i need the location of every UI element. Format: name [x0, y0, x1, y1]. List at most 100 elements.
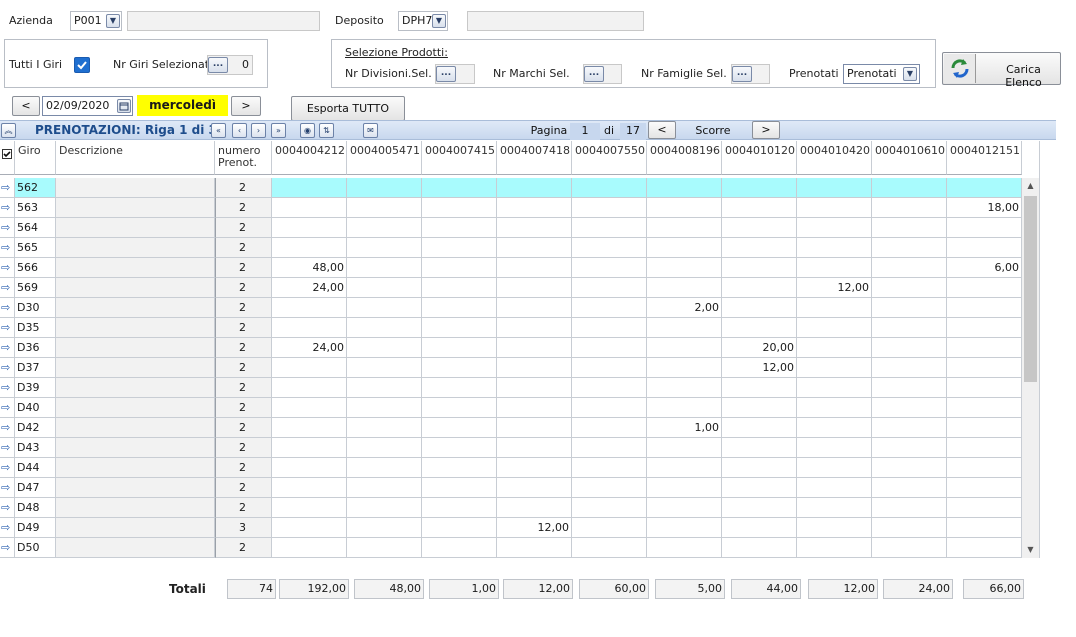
cell-product-qty[interactable] — [347, 418, 422, 438]
tutti-giri-checkbox[interactable] — [74, 57, 90, 73]
cell-product-qty[interactable] — [572, 198, 647, 218]
prev-page-icon[interactable]: ‹ — [232, 123, 247, 138]
cell-product-qty[interactable] — [422, 298, 497, 318]
cell-product-qty[interactable] — [347, 258, 422, 278]
row-selector[interactable]: ⇨ — [0, 518, 15, 538]
row-selector[interactable]: ⇨ — [0, 318, 15, 338]
cell-product-qty[interactable] — [797, 198, 872, 218]
row-selector[interactable]: ⇨ — [0, 178, 15, 198]
cell-product-qty[interactable] — [572, 178, 647, 198]
cell-product-qty[interactable] — [422, 258, 497, 278]
row-selector[interactable]: ⇨ — [0, 458, 15, 478]
cell-product-qty[interactable] — [872, 338, 947, 358]
cell-product-qty[interactable] — [947, 338, 1022, 358]
col-header-descrizione[interactable]: Descrizione — [56, 141, 215, 175]
col-header-product[interactable]: 0004007550 — [572, 141, 647, 175]
cell-product-qty[interactable] — [947, 178, 1022, 198]
cell-product-qty[interactable] — [572, 318, 647, 338]
cell-product-qty[interactable] — [647, 438, 722, 458]
cell-product-qty[interactable] — [872, 518, 947, 538]
cell-product-qty[interactable] — [722, 178, 797, 198]
excel-export-icon[interactable]: ✉ — [363, 123, 378, 138]
cell-product-qty[interactable] — [347, 218, 422, 238]
cell-giro[interactable]: D39 — [15, 378, 56, 398]
row-selector[interactable]: ⇨ — [0, 378, 15, 398]
nr-giri-select-button[interactable]: ... — [208, 57, 228, 73]
cell-product-qty[interactable] — [647, 538, 722, 558]
col-header-product[interactable]: 0004012151 — [947, 141, 1022, 175]
cell-product-qty[interactable] — [947, 238, 1022, 258]
last-page-icon[interactable]: » — [271, 123, 286, 138]
cell-product-qty[interactable] — [422, 398, 497, 418]
row-selector[interactable]: ⇨ — [0, 258, 15, 278]
cell-product-qty[interactable] — [572, 258, 647, 278]
cell-product-qty[interactable] — [947, 498, 1022, 518]
cell-product-qty[interactable]: 12,00 — [797, 278, 872, 298]
cell-product-qty[interactable]: 48,00 — [272, 258, 347, 278]
cell-product-qty[interactable]: 1,00 — [647, 418, 722, 438]
cell-product-qty[interactable] — [572, 398, 647, 418]
scorre-next-button[interactable]: > — [752, 121, 780, 139]
cell-product-qty[interactable] — [422, 318, 497, 338]
cell-product-qty[interactable] — [797, 378, 872, 398]
cell-giro[interactable]: D30 — [15, 298, 56, 318]
cell-product-qty[interactable] — [422, 458, 497, 478]
cell-product-qty[interactable] — [947, 478, 1022, 498]
cell-product-qty[interactable] — [947, 458, 1022, 478]
cell-product-qty[interactable] — [872, 218, 947, 238]
cell-product-qty[interactable] — [797, 258, 872, 278]
sort-icon[interactable]: ⇅ — [319, 123, 334, 138]
cell-product-qty[interactable] — [347, 498, 422, 518]
deposito-dropdown-button[interactable]: ▼ — [432, 14, 446, 28]
prev-date-button[interactable]: < — [12, 96, 40, 116]
cell-giro[interactable]: 565 — [15, 238, 56, 258]
cell-product-qty[interactable] — [497, 498, 572, 518]
cell-product-qty[interactable] — [947, 318, 1022, 338]
cell-product-qty[interactable] — [422, 418, 497, 438]
cell-product-qty[interactable] — [872, 398, 947, 418]
cell-product-qty[interactable] — [647, 358, 722, 378]
cell-product-qty[interactable] — [347, 278, 422, 298]
cell-product-qty[interactable] — [347, 318, 422, 338]
cell-product-qty[interactable] — [722, 418, 797, 438]
table-row[interactable]: ⇨ D30 2 2,00 — [0, 298, 1022, 318]
cell-product-qty[interactable] — [797, 438, 872, 458]
nr-marchi-select-button[interactable]: ... — [584, 66, 604, 82]
cell-product-qty[interactable] — [647, 218, 722, 238]
cell-product-qty[interactable] — [497, 478, 572, 498]
cell-product-qty[interactable] — [272, 518, 347, 538]
next-page-icon[interactable]: › — [251, 123, 266, 138]
cell-product-qty[interactable] — [497, 338, 572, 358]
cell-product-qty[interactable] — [797, 238, 872, 258]
cell-product-qty[interactable] — [872, 278, 947, 298]
cell-product-qty[interactable] — [347, 338, 422, 358]
cell-product-qty[interactable] — [572, 458, 647, 478]
table-row[interactable]: ⇨ D37 2 12,00 — [0, 358, 1022, 378]
cell-product-qty[interactable] — [497, 258, 572, 278]
col-header-numero-prenot[interactable]: numero Prenot. — [215, 141, 272, 175]
cell-product-qty[interactable] — [722, 258, 797, 278]
table-row[interactable]: ⇨ 564 2 — [0, 218, 1022, 238]
cell-product-qty[interactable] — [572, 278, 647, 298]
cell-product-qty[interactable] — [722, 518, 797, 538]
cell-product-qty[interactable] — [797, 458, 872, 478]
cell-product-qty[interactable] — [422, 518, 497, 538]
table-row[interactable]: ⇨ 565 2 — [0, 238, 1022, 258]
cell-giro[interactable]: D47 — [15, 478, 56, 498]
cell-product-qty[interactable] — [347, 238, 422, 258]
cell-product-qty[interactable] — [347, 438, 422, 458]
cell-product-qty[interactable] — [272, 498, 347, 518]
cell-product-qty[interactable] — [497, 438, 572, 458]
cell-product-qty[interactable] — [797, 358, 872, 378]
table-row[interactable]: ⇨ 569 2 24,00 12,00 — [0, 278, 1022, 298]
row-selector[interactable]: ⇨ — [0, 298, 15, 318]
cell-product-qty[interactable] — [572, 418, 647, 438]
cell-product-qty[interactable] — [797, 418, 872, 438]
cell-product-qty[interactable] — [872, 438, 947, 458]
cell-product-qty[interactable] — [647, 498, 722, 518]
cell-product-qty[interactable] — [872, 418, 947, 438]
cell-product-qty[interactable] — [422, 358, 497, 378]
cell-product-qty[interactable] — [947, 438, 1022, 458]
cell-product-qty[interactable] — [797, 478, 872, 498]
scorre-prev-button[interactable]: < — [648, 121, 676, 139]
